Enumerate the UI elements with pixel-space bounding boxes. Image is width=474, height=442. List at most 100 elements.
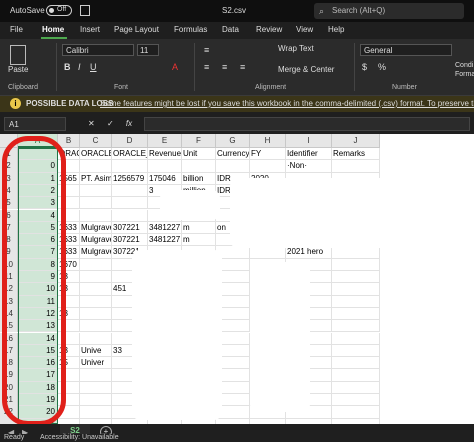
tab-file[interactable]: File [10, 25, 23, 34]
row-header[interactable]: 14 [0, 307, 18, 321]
table-cell[interactable] [148, 160, 182, 173]
table-cell[interactable]: 13 [58, 283, 80, 296]
number-format-select[interactable]: General [360, 44, 452, 56]
table-cell[interactable] [332, 394, 380, 407]
table-cell[interactable] [58, 320, 80, 333]
table-cell[interactable]: 1670 [58, 258, 80, 271]
save-icon[interactable] [80, 5, 90, 16]
column-header-h[interactable]: H [250, 134, 286, 148]
table-cell[interactable]: 1633 [58, 221, 80, 235]
table-cell[interactable]: 2021 hero [286, 246, 332, 259]
table-cell[interactable]: 0 [18, 160, 58, 173]
table-cell[interactable]: 4 [18, 209, 58, 222]
table-cell[interactable] [332, 369, 380, 382]
tab-help[interactable]: Help [328, 25, 344, 34]
table-cell[interactable]: 15 [58, 357, 80, 370]
tab-formulas[interactable]: Formulas [174, 25, 207, 34]
column-header-e[interactable]: E [148, 134, 182, 148]
table-cell[interactable] [80, 332, 112, 345]
row-header[interactable]: 6 [0, 209, 18, 222]
table-cell[interactable] [332, 406, 380, 419]
table-cell[interactable]: 20 [18, 406, 58, 419]
table-cell[interactable]: 1256579 [112, 172, 148, 185]
table-cell[interactable] [80, 307, 112, 321]
row-header[interactable]: 2 [0, 160, 18, 173]
align-left-icon[interactable]: ≡ [204, 62, 209, 72]
table-cell[interactable] [332, 160, 380, 173]
row-header[interactable]: 21 [0, 394, 18, 407]
table-cell[interactable]: 14 [18, 332, 58, 345]
table-cell[interactable] [58, 406, 80, 419]
table-cell[interactable]: 1565 [58, 172, 80, 185]
table-cell[interactable]: billion [182, 172, 216, 185]
table-cell[interactable]: 9 [18, 271, 58, 284]
table-cell[interactable] [250, 246, 286, 259]
warning-message[interactable]: Some features might be lost if you save … [100, 99, 474, 108]
column-header-i[interactable]: I [286, 134, 332, 148]
row-header[interactable]: 18 [0, 357, 18, 370]
table-cell[interactable]: Mulgrave [80, 234, 112, 247]
cancel-icon[interactable]: ✕ [88, 119, 95, 128]
merge-center-button[interactable]: Merge & Center [278, 65, 334, 74]
column-header-j[interactable]: J [332, 134, 380, 148]
tab-review[interactable]: Review [256, 25, 282, 34]
table-cell[interactable] [250, 160, 286, 173]
currency-icon[interactable]: $ [362, 62, 367, 72]
align-top-icon[interactable]: ≡ [204, 45, 209, 55]
table-cell[interactable] [332, 246, 380, 259]
table-cell[interactable]: ·Non· [286, 160, 332, 173]
row-header[interactable]: 1 [0, 148, 18, 161]
table-cell[interactable] [332, 295, 380, 308]
table-cell[interactable] [80, 295, 112, 308]
header-cell[interactable]: Currency [216, 148, 250, 161]
wrap-text-button[interactable]: Wrap Text [278, 44, 314, 53]
table-cell[interactable] [332, 381, 380, 394]
accessibility-status[interactable]: Accessibility: Unavailable [40, 434, 119, 441]
row-header[interactable]: 22 [0, 406, 18, 419]
table-cell[interactable] [80, 160, 112, 173]
row-header[interactable]: 5 [0, 197, 18, 210]
table-cell[interactable]: 17 [18, 369, 58, 382]
table-cell[interactable]: 7 [18, 246, 58, 259]
table-cell[interactable] [80, 369, 112, 382]
row-header[interactable]: 8 [0, 234, 18, 247]
table-cell[interactable]: m [182, 221, 216, 235]
table-cell[interactable]: 13 [58, 307, 80, 321]
tab-home[interactable]: Home [42, 25, 64, 34]
table-cell[interactable]: 307221 [112, 221, 148, 235]
header-cell[interactable]: ORACLE_C [80, 148, 112, 161]
table-cell[interactable] [332, 344, 380, 358]
conditional-formatting-button[interactable]: Condi Forma [455, 61, 474, 79]
name-box[interactable]: A1 [4, 117, 66, 131]
table-cell[interactable] [58, 295, 80, 308]
autosave-toggle[interactable]: Off [46, 5, 72, 16]
table-cell[interactable]: 1 [18, 172, 58, 185]
font-name-select[interactable]: Calibri [62, 44, 134, 56]
font-size-select[interactable]: 11 [137, 44, 159, 56]
table-cell[interactable] [80, 320, 112, 333]
table-cell[interactable] [332, 357, 380, 370]
fx-icon[interactable]: fx [126, 119, 132, 128]
column-header-g[interactable]: G [216, 134, 250, 148]
italic-button[interactable]: I [78, 62, 81, 72]
table-cell[interactable] [182, 160, 216, 173]
table-cell[interactable] [112, 197, 148, 210]
table-cell[interactable]: 19 [18, 394, 58, 407]
font-color-icon[interactable]: A [172, 62, 178, 72]
header-cell[interactable]: Remarks [332, 148, 380, 161]
row-header[interactable]: 9 [0, 246, 18, 259]
table-cell[interactable]: 10 [18, 283, 58, 296]
header-cell[interactable]: FY [250, 148, 286, 161]
table-cell[interactable]: 1633 [58, 246, 80, 259]
row-header[interactable]: 19 [0, 369, 18, 382]
table-cell[interactable]: 3481227 [148, 221, 182, 235]
row-header[interactable]: 7 [0, 221, 18, 235]
formula-input[interactable] [144, 117, 470, 131]
table-cell[interactable] [58, 197, 80, 210]
table-cell[interactable]: m [182, 234, 216, 247]
row-header[interactable]: 11 [0, 271, 18, 284]
row-header[interactable]: 15 [0, 320, 18, 333]
table-cell[interactable]: 13 [58, 344, 80, 358]
table-cell[interactable]: 1633 [58, 234, 80, 247]
table-cell[interactable] [80, 394, 112, 407]
